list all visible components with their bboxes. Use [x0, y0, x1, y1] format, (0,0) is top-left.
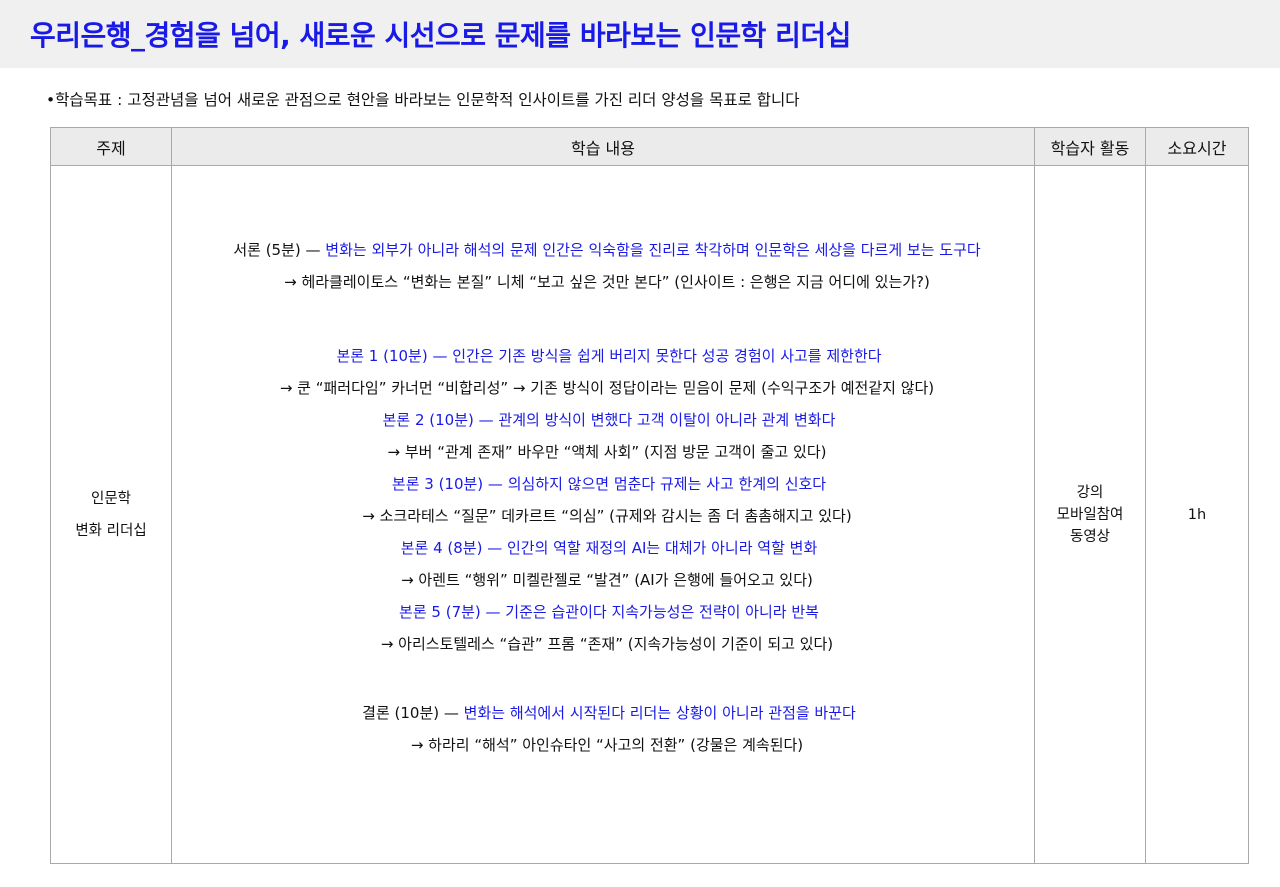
body-5-detail: → 아리스토텔레스 “습관” 프롬 “존재” (지속가능성이 기준이 되고 있다… — [380, 635, 834, 653]
conclusion-line: 결론 (10분) — 변화는 해석에서 시작된다 리더는 상황이 아니라 관점을… — [186, 697, 1028, 729]
topic-line: 변화 리더십 — [75, 522, 147, 539]
title-bar: 우리은행_경험을 넘어, 새로운 시선으로 문제를 바라보는 인문학 리더십 — [0, 0, 1280, 68]
body-2-text: 본론 2 (10분) — 관계의 방식이 변했다 고객 이탈이 아니라 관계 변… — [382, 411, 836, 429]
intro-detail: → 헤라클레이토스 “변화는 본질” 니체 “보고 싶은 것만 본다” (인사이… — [284, 273, 930, 291]
conclusion-text: 변화는 해석에서 시작된다 리더는 상황이 아니라 관점을 바꾼다 — [463, 704, 856, 722]
body-5-text: 본론 5 (7분) — 기준은 습관이다 지속가능성은 전략이 아니라 반복 — [399, 603, 819, 621]
conclusion-label: 결론 (10분) — — [362, 704, 464, 722]
intro-line: 서론 (5분) — 변화는 외부가 아니라 해석의 문제 인간은 익숙함을 진리… — [186, 234, 1028, 266]
body-3-detail: → 소크라테스 “질문” 데카르트 “의심” (규제와 감시는 좀 더 촘촘해지… — [362, 507, 852, 525]
learning-goal: •학습목표 : 고정관념을 넘어 새로운 관점으로 현안을 바라보는 인문학적 … — [46, 91, 800, 109]
curriculum-table: 주제 학습 내용 학습자 활동 소요시간 인문학 변화 리더십 서론 (5분) … — [50, 127, 1249, 864]
activity-item: 동영상 — [1069, 528, 1111, 545]
duration-cell: 1h — [1145, 165, 1249, 864]
column-header-duration: 소요시간 — [1145, 127, 1249, 166]
body-2-detail: → 부버 “관계 존재” 바우만 “액체 사회” (지점 방문 고객이 줄고 있… — [387, 443, 827, 461]
topic-cell: 인문학 변화 리더십 — [50, 165, 172, 864]
intro-text: 변화는 외부가 아니라 해석의 문제 인간은 익숙함을 진리로 착각하며 인문학… — [325, 241, 981, 259]
body-4-text: 본론 4 (8분) — 인간의 역할 재정의 AI는 대체가 아니라 역할 변화 — [400, 539, 818, 557]
page-title: 우리은행_경험을 넘어, 새로운 시선으로 문제를 바라보는 인문학 리더십 — [30, 19, 851, 52]
body-1-text: 본론 1 (10분) — 인간은 기존 방식을 쉽게 버리지 못한다 성공 경험… — [336, 347, 882, 365]
conclusion-detail: → 하라리 “해석” 아인슈타인 “사고의 전환” (강물은 계속된다) — [410, 736, 804, 754]
body-4-detail: → 아렌트 “행위” 미켈란젤로 “발견” (AI가 은행에 들어오고 있다) — [401, 571, 813, 589]
column-header-activity: 학습자 활동 — [1034, 127, 1146, 166]
column-header-topic: 주제 — [50, 127, 172, 166]
column-header-content: 학습 내용 — [171, 127, 1035, 166]
content-lines: 서론 (5분) — 변화는 외부가 아니라 해석의 문제 인간은 익숙함을 진리… — [186, 234, 1028, 761]
table-row: 인문학 변화 리더십 서론 (5분) — 변화는 외부가 아니라 해석의 문제 … — [50, 165, 1249, 864]
activity-cell: 강의 모바일참여 동영상 — [1034, 165, 1146, 864]
topic-line: 인문학 — [90, 490, 132, 507]
activity-item: 모바일참여 — [1056, 506, 1124, 523]
activity-item: 강의 — [1076, 484, 1104, 501]
content-cell: 서론 (5분) — 변화는 외부가 아니라 해석의 문제 인간은 익숙함을 진리… — [171, 165, 1035, 864]
body-1-detail: → 쿤 “패러다임” 카너먼 “비합리성” → 기존 방식이 정답이라는 믿음이… — [279, 379, 935, 397]
intro-label: 서론 (5분) — — [233, 241, 326, 259]
table-header-row: 주제 학습 내용 학습자 활동 소요시간 — [50, 127, 1249, 166]
body-3-text: 본론 3 (10분) — 의심하지 않으면 멈춘다 규제는 사고 한계의 신호다 — [391, 475, 827, 493]
